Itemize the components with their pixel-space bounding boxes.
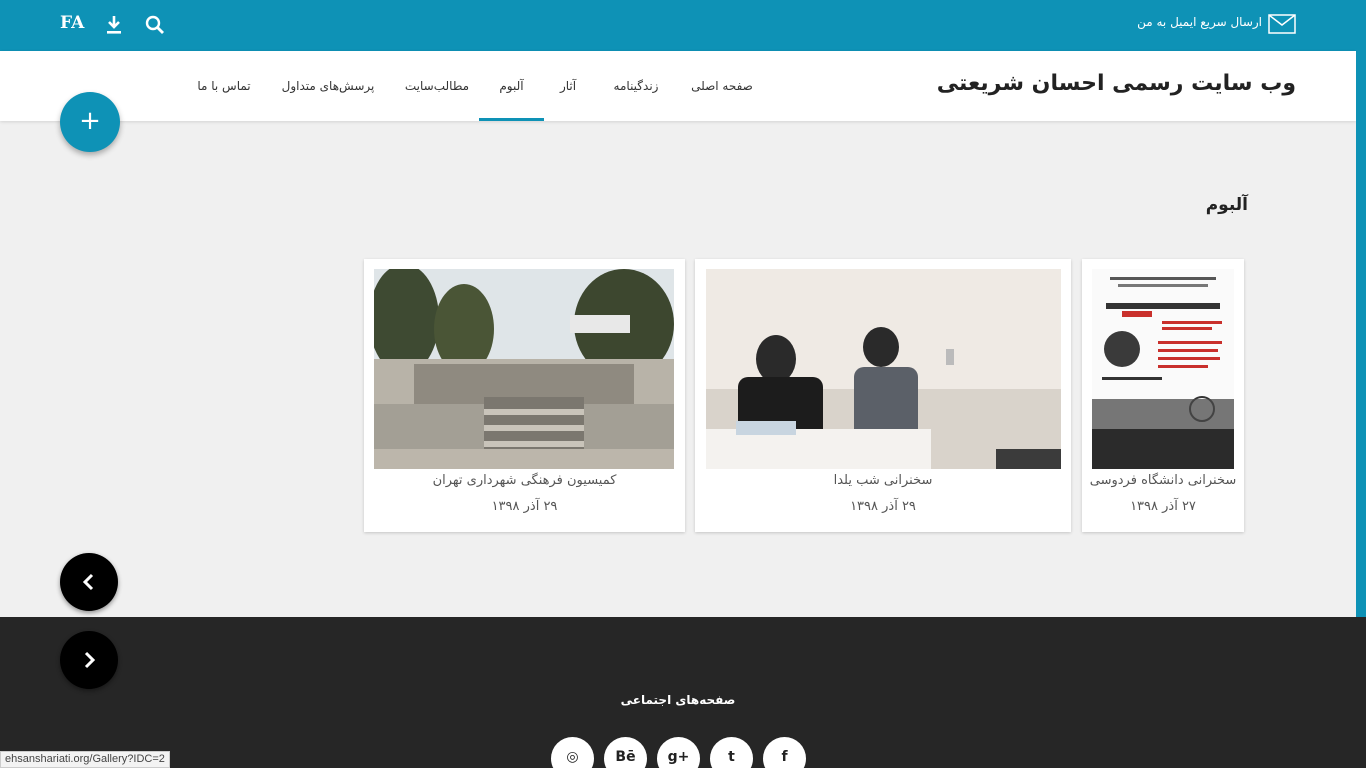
- album-date: ۲۹ آذر ۱۳۹۸: [850, 499, 916, 514]
- poster-image: [1092, 269, 1234, 469]
- chevron-left-icon: [82, 573, 94, 591]
- facebook-button[interactable]: f: [763, 737, 806, 768]
- lecture-photo: [706, 269, 1061, 469]
- album-caption: سخنرانی دانشگاه فردوسی: [1089, 473, 1237, 488]
- nav-album[interactable]: آلبوم: [479, 51, 544, 121]
- status-bar-url: ehsanshariati.org/Gallery?IDC=2: [0, 751, 170, 768]
- album-date: ۲۹ آذر ۱۳۹۸: [491, 499, 558, 514]
- twitter-button[interactable]: t: [710, 737, 753, 768]
- twitter-icon: t: [728, 749, 735, 765]
- google-plus-icon: g+: [667, 749, 690, 765]
- chevron-right-icon: [84, 651, 96, 669]
- memorial-photo: [374, 269, 674, 469]
- album-card-ferdowsi[interactable]: سخنرانی دانشگاه فردوسی ۲۷ آذر ۱۳۹۸: [1082, 259, 1244, 532]
- social-pages-title: صفحه‌های اجتماعی: [620, 693, 736, 707]
- album-date: ۲۷ آذر ۱۳۹۸: [1130, 499, 1196, 514]
- behance-button[interactable]: Bē: [604, 737, 647, 768]
- album-card-municipality[interactable]: کمیسیون فرهنگی شهرداری تهران ۲۹ آذر ۱۳۹۸: [364, 259, 685, 532]
- page-title: آلبوم: [1205, 195, 1248, 215]
- next-button[interactable]: [60, 631, 118, 689]
- nav-site-posts[interactable]: مطالب‌سایت: [402, 51, 472, 121]
- album-card-yalda[interactable]: سخنرانی شب یلدا ۲۹ آذر ۱۳۹۸: [695, 259, 1071, 532]
- album-caption: کمیسیون فرهنگی شهرداری تهران: [432, 473, 617, 488]
- download-icon[interactable]: [102, 13, 126, 37]
- nav-home[interactable]: صفحه اصلی: [688, 51, 756, 121]
- nav-biography[interactable]: زندگینامه: [608, 51, 664, 121]
- google-plus-button[interactable]: g+: [657, 737, 700, 768]
- behance-icon: Bē: [615, 749, 636, 765]
- top-bar: FA ارسال سریع ایمیل به من: [0, 0, 1366, 51]
- add-button[interactable]: +: [60, 92, 120, 152]
- dribbble-icon: ◎: [566, 749, 579, 765]
- nav-faq[interactable]: پرسش‌های متداول: [278, 51, 378, 121]
- quick-email-link[interactable]: ارسال سریع ایمیل به من: [1137, 15, 1262, 29]
- previous-button[interactable]: [60, 553, 118, 611]
- right-accent-strip: [1356, 51, 1366, 631]
- search-icon[interactable]: [143, 13, 167, 37]
- site-footer: صفحه‌های اجتماعی f t g+ Bē ◎: [0, 617, 1366, 768]
- facebook-icon: f: [781, 749, 788, 765]
- dribbble-button[interactable]: ◎: [551, 737, 594, 768]
- language-switch[interactable]: FA: [60, 13, 84, 33]
- plus-icon: +: [79, 106, 101, 136]
- mail-icon[interactable]: [1268, 14, 1296, 34]
- nav-contact[interactable]: تماس با ما: [194, 51, 254, 121]
- nav-works[interactable]: آثار: [552, 51, 584, 121]
- album-caption: سخنرانی شب یلدا: [833, 473, 933, 488]
- site-title[interactable]: وب سایت رسمی احسان شریعتی: [937, 71, 1296, 96]
- site-header: وب سایت رسمی احسان شریعتی صفحه اصلی زندگ…: [0, 51, 1356, 121]
